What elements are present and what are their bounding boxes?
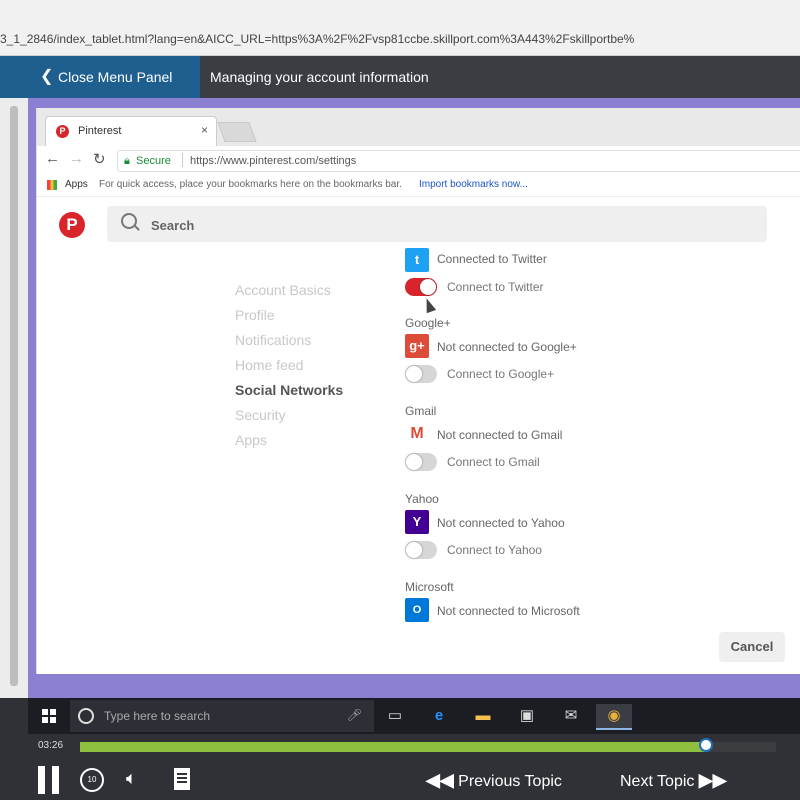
tab-close-icon[interactable]: × xyxy=(201,123,208,137)
microsoft-status: Not connected to Microsoft xyxy=(437,604,580,618)
google-heading: Google+ xyxy=(405,316,451,330)
file-explorer-icon[interactable]: ▬ xyxy=(470,704,496,728)
new-tab-button[interactable] xyxy=(217,122,257,142)
google-toggle[interactable] xyxy=(405,365,437,383)
yahoo-toggle[interactable] xyxy=(405,541,437,559)
google-toggle-label: Connect to Google+ xyxy=(447,367,555,381)
yahoo-icon: Y xyxy=(405,510,429,534)
course-title: Managing your account information xyxy=(210,69,429,85)
inner-browser-window: P Pinterest × ← → ↻ 🔒︎ Secure https://ww… xyxy=(36,108,800,674)
replay-10-button[interactable]: 10 xyxy=(80,768,104,792)
left-scrollbar[interactable] xyxy=(0,98,28,698)
next-topic-label: Next Topic xyxy=(620,773,695,790)
bookmarks-bar: Apps For quick access, place your bookma… xyxy=(37,174,800,197)
double-chevron-left-icon: ◀◀ xyxy=(426,770,454,790)
menu-item-home-feed[interactable]: Home feed xyxy=(235,357,303,373)
scrollbar-thumb[interactable] xyxy=(10,106,18,686)
windows-taskbar: Type here to search 🎤︎ ▭ e ▬ ▣ ✉ ◉ xyxy=(28,698,800,734)
yahoo-toggle-label: Connect to Yahoo xyxy=(447,543,542,557)
back-arrow-icon[interactable]: ← xyxy=(45,150,60,167)
twitter-toggle[interactable] xyxy=(405,278,437,296)
microphone-icon[interactable]: 🎤︎ xyxy=(347,708,362,722)
close-menu-panel-label: Close Menu Panel xyxy=(58,69,173,85)
double-chevron-right-icon: ▶▶ xyxy=(698,770,727,790)
progress-fill xyxy=(80,742,707,752)
twitter-icon: t xyxy=(405,248,429,272)
tab-strip: P Pinterest × xyxy=(37,108,800,147)
previous-topic-label: Previous Topic xyxy=(458,773,562,790)
gmail-toggle-label: Connect to Gmail xyxy=(447,455,540,469)
apps-link[interactable]: Apps xyxy=(65,174,88,196)
player-controls: 03:26 10 🔈︎ ◀◀ Previous Topic Next Topic… xyxy=(28,734,800,800)
apps-grid-icon[interactable] xyxy=(47,180,57,190)
browser-url-bar: 3_1_2846/index_tablet.html?lang=en&AICC_… xyxy=(0,0,800,56)
import-bookmarks-link[interactable]: Import bookmarks now... xyxy=(419,174,528,196)
next-topic-button[interactable]: Next Topic ▶▶ xyxy=(620,770,727,791)
menu-item-account-basics[interactable]: Account Basics xyxy=(235,282,331,298)
tab-title: Pinterest xyxy=(78,125,122,137)
cortana-icon xyxy=(78,708,94,724)
bookmarks-hint: For quick access, place your bookmarks h… xyxy=(99,179,402,190)
pinterest-favicon-icon: P xyxy=(56,125,69,138)
previous-topic-button[interactable]: ◀◀ Previous Topic xyxy=(426,770,562,791)
browser-url-text[interactable]: 3_1_2846/index_tablet.html?lang=en&AICC_… xyxy=(0,28,800,50)
google-plus-icon: g+ xyxy=(405,334,429,358)
task-view-icon[interactable]: ▭ xyxy=(382,704,408,728)
close-menu-panel-button[interactable]: ❮ Close Menu Panel xyxy=(0,56,200,98)
taskbar-search-placeholder: Type here to search xyxy=(104,709,211,723)
chrome-icon[interactable]: ◉ xyxy=(596,704,632,730)
google-status: Not connected to Google+ xyxy=(437,340,577,354)
menu-item-apps[interactable]: Apps xyxy=(235,432,267,448)
gmail-toggle[interactable] xyxy=(405,453,437,471)
edge-browser-icon[interactable]: e xyxy=(426,704,452,728)
progress-handle[interactable] xyxy=(699,738,714,752)
yahoo-heading: Yahoo xyxy=(405,492,439,506)
reload-icon[interactable]: ↻ xyxy=(93,150,106,168)
twitter-status: Connected to Twitter xyxy=(437,252,547,266)
volume-icon[interactable]: 🔈︎ xyxy=(126,768,137,789)
microsoft-heading: Microsoft xyxy=(405,580,454,594)
pinterest-search-box[interactable] xyxy=(107,206,767,244)
windows-start-icon[interactable] xyxy=(42,709,56,723)
twitter-toggle-label: Connect to Twitter xyxy=(447,280,544,294)
yahoo-status: Not connected to Yahoo xyxy=(437,516,565,530)
chevron-left-icon: ❮ xyxy=(40,68,54,85)
gmail-icon: M xyxy=(405,422,429,446)
tab-pinterest[interactable]: P Pinterest × xyxy=(45,116,217,147)
forward-arrow-icon[interactable]: → xyxy=(69,150,84,167)
course-header: ❮ Close Menu Panel Managing your account… xyxy=(0,56,800,98)
gmail-status: Not connected to Gmail xyxy=(437,428,563,442)
transcript-icon[interactable] xyxy=(174,768,190,790)
cancel-button[interactable]: Cancel xyxy=(719,632,785,662)
address-field[interactable]: 🔒︎ Secure https://www.pinterest.com/sett… xyxy=(117,150,800,172)
menu-item-social-networks[interactable]: Social Networks xyxy=(235,382,343,398)
pinterest-search-input[interactable] xyxy=(149,206,753,244)
menu-item-notifications[interactable]: Notifications xyxy=(235,332,311,348)
lock-icon: 🔒︎ xyxy=(124,155,130,167)
gmail-heading: Gmail xyxy=(405,404,437,418)
address-text: https://www.pinterest.com/settings xyxy=(190,155,357,167)
elapsed-time: 03:26 xyxy=(38,740,64,751)
address-bar-row: ← → ↻ 🔒︎ Secure https://www.pinterest.co… xyxy=(37,146,800,175)
microsoft-outlook-icon: O xyxy=(405,598,429,622)
taskbar-search-box[interactable]: Type here to search 🎤︎ xyxy=(70,700,374,732)
search-icon xyxy=(121,213,137,229)
menu-item-profile[interactable]: Profile xyxy=(235,307,275,323)
menu-item-security[interactable]: Security xyxy=(235,407,286,423)
pinterest-logo-icon[interactable]: P xyxy=(59,212,85,238)
mail-icon[interactable]: ✉ xyxy=(558,704,584,728)
progress-bar[interactable] xyxy=(80,738,776,752)
pause-button[interactable] xyxy=(38,766,60,794)
store-icon[interactable]: ▣ xyxy=(514,704,540,728)
secure-label: Secure xyxy=(136,155,171,167)
